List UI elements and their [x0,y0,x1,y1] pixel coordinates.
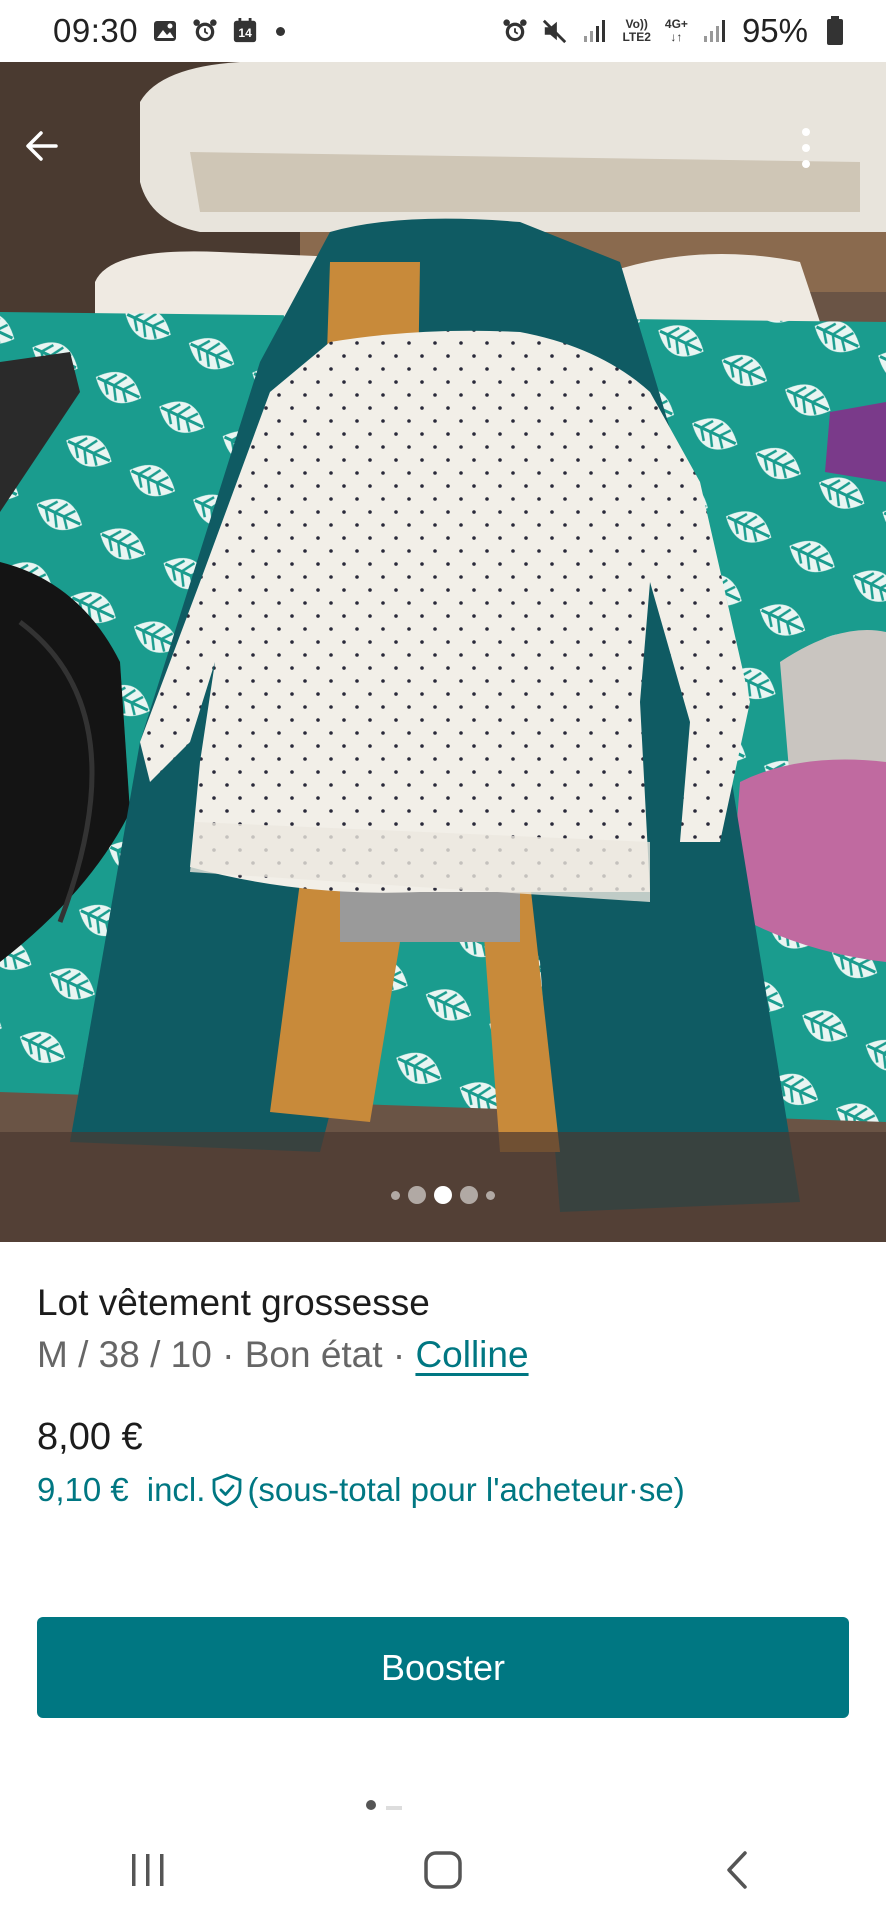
pager-dot[interactable] [391,1190,400,1200]
product-photo-carousel[interactable] [0,62,886,1242]
photo-pager [0,1186,886,1204]
recent-apps-icon [131,1854,164,1886]
back-arrow-icon [26,131,58,161]
recent-apps-button[interactable] [108,1830,188,1910]
notification-dot-icon [276,26,286,36]
back-button[interactable] [22,126,82,186]
separator: · [211,1334,245,1375]
battery-percent: 95% [741,12,808,49]
back-icon [727,1851,748,1889]
buyer-price-incl: incl. [146,1471,206,1508]
separator: · [382,1334,416,1375]
image-icon [152,18,178,44]
alarm-icon [192,18,218,44]
pager-dot[interactable] [486,1190,495,1200]
home-button[interactable] [403,1830,483,1910]
system-back-button[interactable] [698,1830,778,1910]
pager-dot[interactable] [460,1186,478,1204]
pager-dot[interactable] [408,1186,426,1204]
shield-check-icon [211,1473,243,1507]
alarm-icon [502,18,528,44]
status-right: Vo)) LTE2 4G+ ↓↑ 95% [502,12,848,50]
item-attributes: M / 38 / 10 · Bon état · Colline [37,1334,849,1376]
system-nav-bar [0,1820,886,1920]
buyer-price-note: (sous-total pour l'acheteur·se) [247,1471,685,1508]
signal-icon [582,18,608,44]
buyer-price-row[interactable]: 9,10 € incl. (sous-total pour l'acheteur… [37,1471,849,1509]
battery-icon [822,16,848,45]
brand-link[interactable]: Colline [415,1334,528,1375]
calendar-day: 14 [238,26,252,40]
item-size: M / 38 / 10 [37,1334,212,1375]
lte-label: LTE2 [622,30,651,44]
home-icon [424,1851,462,1889]
scroll-indicator [366,1800,402,1810]
signal-icon [702,18,728,44]
data-arrows: ↓↑ [670,30,683,44]
booster-button[interactable]: Booster [37,1617,849,1718]
clock: 09:30 [53,12,139,49]
status-bar: 09:30 14 Vo)) LTE2 4G+ ↓↑ 95% [0,0,886,62]
more-vertical-icon [802,128,810,168]
more-options-button[interactable] [800,126,860,186]
scroll-dot-active [366,1800,376,1810]
volte-icon: Vo)) LTE2 [622,18,650,44]
calendar-icon: 14 [232,18,258,44]
item-details: Lot vêtement grossesse M / 38 / 10 · Bon… [37,1282,849,1509]
scroll-dot [386,1806,402,1810]
item-title: Lot vêtement grossesse [37,1282,430,1323]
item-price: 8,00 € [37,1416,143,1458]
status-left: 09:30 14 [53,12,286,50]
data-icon: 4G+ ↓↑ [665,18,688,44]
product-photo [0,62,886,1242]
buyer-price: 9,10 € [37,1471,129,1508]
mute-icon [542,18,568,44]
item-condition: Bon état [244,1334,383,1375]
pager-dot-active[interactable] [434,1186,452,1204]
